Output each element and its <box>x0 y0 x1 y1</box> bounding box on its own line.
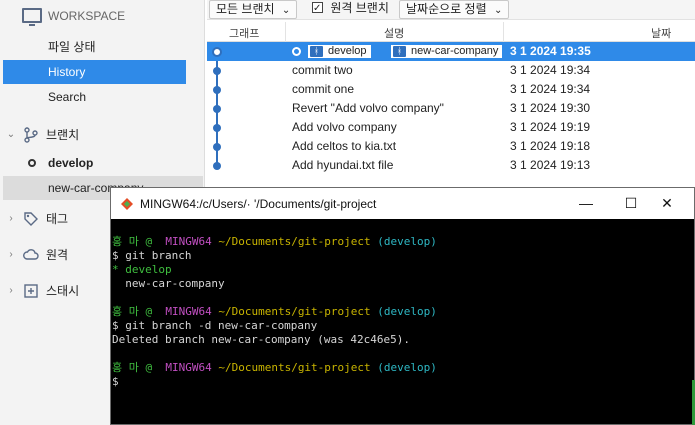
chevron-down-icon: ⌄ <box>281 5 291 16</box>
commit-date: 3 1 2024 19:19 <box>510 120 591 134</box>
commit-list-header: 그래프 설명 날짜 <box>207 22 695 42</box>
chevron-down-icon: ⌄ <box>6 129 16 140</box>
cloud-icon <box>22 247 40 263</box>
history-toolbar: 모든 브랜치 ⌄ 원격 브랜치 날짜순으로 정렬 ⌄ <box>207 0 695 20</box>
graph-node <box>213 124 221 132</box>
head-marker-icon <box>292 47 301 56</box>
commit-message: Add celtos to kia.txt <box>292 139 397 153</box>
commit-date: 3 1 2024 19:34 <box>510 82 591 96</box>
commit-row[interactable]: Revert "Add volvo company" 3 1 2024 19:3… <box>207 99 695 118</box>
git-logo-icon <box>121 198 133 210</box>
branches-label: 브랜치 <box>46 128 80 142</box>
column-separator[interactable] <box>285 22 286 42</box>
all-branches-dropdown[interactable]: 모든 브랜치 ⌄ <box>209 0 298 19</box>
commit-row[interactable]: Add hyundai.txt file 3 1 2024 19:13 <box>207 156 695 175</box>
branch-ref-develop[interactable]: ᚼ develop <box>307 44 372 59</box>
workspace-header[interactable]: WORKSPACE <box>22 8 126 26</box>
sidebar-item-search[interactable]: Search <box>3 85 186 109</box>
terminal-prompt-line: 홍 마 @ MINGW64 ~/Documents/git-project (d… <box>112 361 437 374</box>
terminal-prompt-line: 홍 마 @ MINGW64 ~/Documents/git-project (d… <box>112 235 437 248</box>
commit-message: Revert "Add volvo company" <box>292 101 444 115</box>
branches-section[interactable]: ⌄ 브랜치 <box>6 126 79 143</box>
graph-node <box>213 67 221 75</box>
checkbox-checked-icon <box>312 0 323 17</box>
column-graph[interactable]: 그래프 <box>229 25 259 41</box>
terminal-window[interactable]: MINGW64:/c/Users/· '/Documents/git-proje… <box>110 187 695 425</box>
terminal-output-line: Deleted branch new-car-company (was 42c4… <box>112 333 411 346</box>
graph-node <box>213 143 221 151</box>
sidebar-item-history[interactable]: History <box>3 60 186 84</box>
branch-icon: ᚼ <box>393 46 406 57</box>
stash-icon <box>22 283 40 299</box>
branch-ref-new-car-company[interactable]: ᚼ new-car-company <box>390 44 504 59</box>
stashes-label: 스태시 <box>46 284 80 298</box>
stashes-section[interactable]: › 스태시 <box>6 282 79 299</box>
terminal-titlebar[interactable]: MINGW64:/c/Users/· '/Documents/git-proje… <box>111 188 694 219</box>
remotes-label: 원격 <box>46 248 69 262</box>
branch-icon <box>22 126 40 143</box>
column-date[interactable]: 날짜 <box>651 25 671 41</box>
sidebar-item-file-status[interactable]: 파일 상태 <box>3 35 186 59</box>
terminal-command: $ git branch <box>112 249 192 262</box>
commit-row[interactable]: Add celtos to kia.txt 3 1 2024 19:18 <box>207 137 695 156</box>
terminal-prompt-line: 홍 마 @ MINGW64 ~/Documents/git-project (d… <box>112 305 437 318</box>
minimize-button[interactable]: — <box>566 192 606 214</box>
sort-dropdown[interactable]: 날짜순으로 정렬 ⌄ <box>399 0 510 19</box>
column-separator[interactable] <box>503 22 504 42</box>
terminal-title: MINGW64:/c/Users/· '/Documents/git-proje… <box>140 197 377 211</box>
branch-item-develop[interactable]: develop <box>3 151 203 175</box>
current-branch-icon <box>28 159 36 167</box>
terminal-command: $ <box>112 375 119 388</box>
commit-date: 3 1 2024 19:30 <box>510 101 591 115</box>
terminal-command: $ git branch -d new-car-company <box>112 319 318 332</box>
tags-label: 태그 <box>46 212 69 226</box>
tag-icon <box>22 211 40 227</box>
remote-branches-checkbox[interactable]: 원격 브랜치 <box>306 0 395 19</box>
terminal-output-line: * develop <box>112 263 172 276</box>
tags-section[interactable]: › 태그 <box>6 210 68 227</box>
graph-node-head <box>212 47 222 57</box>
chevron-right-icon: › <box>9 213 13 224</box>
commit-row[interactable]: commit one 3 1 2024 19:34 <box>207 80 695 99</box>
graph-node <box>213 86 221 94</box>
branch-icon: ᚼ <box>310 46 323 57</box>
commit-row[interactable]: ᚼ develop ᚼ new-car-company 3 1 2024 19:… <box>207 42 695 61</box>
commit-date: 3 1 2024 19:18 <box>510 139 591 153</box>
chevron-right-icon: › <box>9 285 13 296</box>
close-button[interactable]: ✕ <box>647 192 687 214</box>
remotes-section[interactable]: › 원격 <box>6 246 68 263</box>
graph-node <box>213 162 221 170</box>
column-description[interactable]: 설명 <box>384 25 404 41</box>
commit-date: 3 1 2024 19:35 <box>510 44 591 58</box>
commit-date: 3 1 2024 19:34 <box>510 63 591 77</box>
terminal-output[interactable]: 홍 마 @ MINGW64 ~/Documents/git-project (d… <box>111 219 694 424</box>
commit-date: 3 1 2024 19:13 <box>510 158 591 172</box>
monitor-icon <box>22 8 42 26</box>
commit-message: commit one <box>292 82 355 96</box>
commit-row[interactable]: Add volvo company 3 1 2024 19:19 <box>207 118 695 137</box>
chevron-down-icon: ⌄ <box>493 5 503 16</box>
commit-row[interactable]: commit two 3 1 2024 19:34 <box>207 61 695 80</box>
commit-message: commit two <box>292 63 353 77</box>
graph-node <box>213 105 221 113</box>
chevron-right-icon: › <box>9 249 13 260</box>
terminal-output-line: new-car-company <box>112 277 225 290</box>
workspace-label: WORKSPACE <box>48 8 126 23</box>
commit-message: Add hyundai.txt file <box>292 158 394 172</box>
commit-message: Add volvo company <box>292 120 397 134</box>
maximize-button[interactable]: ☐ <box>611 192 651 214</box>
